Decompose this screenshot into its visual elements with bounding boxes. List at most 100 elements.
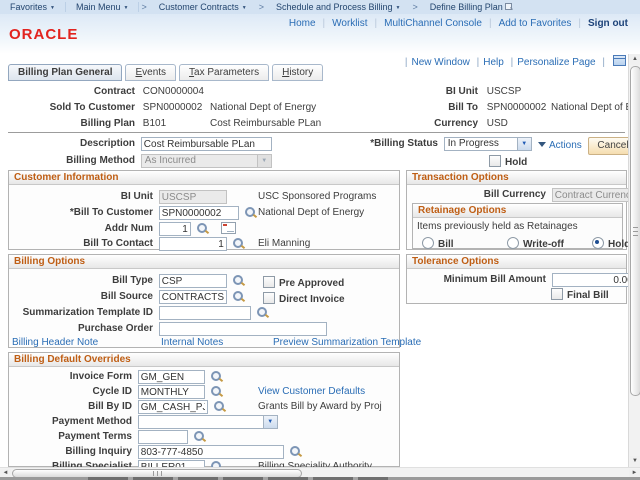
actions-link[interactable]: Actions	[549, 140, 582, 151]
breadcrumb-favorites[interactable]: Favorites▼	[0, 2, 66, 12]
lookup-icon[interactable]	[210, 385, 223, 398]
direct-invoice-row: Direct Invoice	[263, 292, 345, 306]
breadcrumb-main-menu[interactable]: Main Menu▼	[66, 2, 139, 12]
new-window-link[interactable]: New Window	[412, 57, 470, 68]
lookup-icon[interactable]	[210, 370, 223, 383]
scrollbar-grip	[633, 227, 638, 236]
sold-to-desc: National Dept of Energy	[210, 101, 316, 115]
bill-type-row: Bill Type	[11, 274, 245, 288]
address-envelope-icon[interactable]	[221, 222, 236, 234]
ci-bi-unit-input	[159, 190, 227, 204]
cycle-id-row: Cycle ID View Customer Defaults	[11, 385, 223, 399]
retainage-radio-bill: Bill	[422, 237, 454, 251]
retainage-radio-hold: Hold	[592, 237, 630, 251]
scroll-right-arrow[interactable]: ►	[629, 469, 640, 477]
radio-hold[interactable]	[592, 237, 604, 249]
ci-bill-to-contact-input[interactable]	[159, 237, 227, 251]
vertical-scrollbar[interactable]: ▲ ▼	[628, 54, 640, 467]
preview-summarization-template-link[interactable]: Preview Summarization Template	[273, 336, 421, 350]
ci-bi-unit-label: BI Unit	[11, 190, 153, 204]
payment-method-select[interactable]: ▼	[138, 415, 278, 429]
lookup-icon[interactable]	[232, 290, 245, 303]
hold-checkbox[interactable]	[489, 155, 501, 167]
final-bill-checkbox[interactable]	[551, 288, 563, 300]
scroll-up-arrow[interactable]: ▲	[630, 54, 640, 65]
view-customer-defaults-link[interactable]: View Customer Defaults	[258, 385, 365, 399]
invoice-form-input[interactable]	[138, 370, 205, 384]
lookup-icon[interactable]	[232, 274, 245, 287]
customer-information-title: Customer Information	[9, 171, 399, 185]
tab-strip: Billing Plan GeneralEventsTax Parameters…	[8, 64, 326, 80]
home-link[interactable]: Home	[289, 18, 316, 29]
lookup-icon[interactable]	[213, 400, 226, 413]
cycle-id-input[interactable]	[138, 385, 205, 399]
internal-notes-link[interactable]: Internal Notes	[161, 336, 223, 350]
invoice-form-row: Invoice Form	[11, 370, 223, 384]
worklist-link[interactable]: Worklist	[332, 18, 367, 29]
payment-terms-input[interactable]	[138, 430, 188, 444]
chevron-down-icon: ▼	[242, 5, 247, 11]
billing-status-select[interactable]: In Progress ▼	[444, 137, 532, 151]
lookup-icon[interactable]	[244, 206, 257, 219]
scroll-left-arrow[interactable]: ◄	[0, 469, 11, 477]
minimum-bill-amount-input[interactable]	[552, 273, 636, 287]
billing-status-value: In Progress	[445, 138, 517, 150]
actions-disclosure-icon[interactable]	[538, 142, 546, 147]
summarization-template-input[interactable]	[159, 306, 251, 320]
radio-bill-label: Bill	[438, 239, 454, 250]
chevron-down-icon: ▼	[396, 5, 401, 11]
tab-tax-parameters[interactable]: Tax Parameters	[179, 64, 269, 81]
dropdown-arrow-icon[interactable]: ▼	[263, 416, 277, 428]
bill-to-label: Bill To	[380, 101, 478, 115]
direct-invoice-checkbox[interactable]	[263, 292, 275, 304]
description-input[interactable]	[141, 137, 272, 151]
radio-write-off[interactable]	[507, 237, 519, 249]
transaction-options-box: Transaction Options Bill Currency Retain…	[406, 170, 627, 250]
billing-plan-row: Billing Plan B101 Cost Reimbursable PLan	[8, 117, 166, 131]
breadcrumb-schedule-process-billing[interactable]: Schedule and Process Billing▼	[266, 2, 411, 12]
ci-bill-to-customer-input[interactable]	[159, 206, 239, 220]
dropdown-arrow-icon[interactable]: ▼	[517, 138, 531, 150]
lookup-icon[interactable]	[289, 445, 302, 458]
bill-type-label: Bill Type	[11, 274, 153, 288]
direct-invoice-label: Direct Invoice	[279, 294, 345, 305]
tab-events[interactable]: Events	[125, 64, 176, 81]
billing-header-note-link[interactable]: Billing Header Note	[12, 337, 98, 348]
bill-by-id-input[interactable]	[138, 400, 208, 414]
pre-approved-checkbox[interactable]	[263, 276, 275, 288]
billing-status-label: *Billing Status	[340, 137, 438, 151]
bill-by-id-row: Bill By ID Grants Bill by Award by Proj	[11, 400, 226, 414]
tab-billing-plan-general[interactable]: Billing Plan General	[8, 64, 122, 81]
billing-default-overrides-box: Billing Default Overrides Invoice Form C…	[8, 352, 400, 467]
multi-window-icon[interactable]	[613, 55, 626, 66]
ci-bill-to-contact-row: Bill To Contact Eli Manning	[11, 237, 245, 251]
description-row: Description	[8, 137, 272, 151]
ci-addr-num-row: Addr Num	[11, 222, 236, 236]
description-label: Description	[8, 137, 135, 151]
purchase-order-input[interactable]	[159, 322, 327, 336]
sign-out-link[interactable]: Sign out	[588, 18, 628, 29]
pre-approved-row: Pre Approved	[263, 276, 344, 290]
lookup-icon[interactable]	[256, 306, 269, 319]
billing-inquiry-input[interactable]	[138, 445, 284, 459]
sold-to-row: Sold To Customer SPN0000002 National Dep…	[8, 101, 202, 115]
radio-bill[interactable]	[422, 237, 434, 249]
ci-addr-num-input[interactable]	[159, 222, 191, 236]
bill-type-input[interactable]	[159, 274, 227, 288]
lookup-icon[interactable]	[196, 222, 209, 235]
personalize-page-link[interactable]: Personalize Page	[517, 57, 595, 68]
scroll-down-arrow[interactable]: ▼	[630, 456, 640, 467]
add-to-favorites-link[interactable]: Add to Favorites	[499, 18, 572, 29]
bill-source-input[interactable]	[159, 290, 227, 304]
tab-history[interactable]: History	[272, 64, 323, 81]
define-billing-plan-page: Favorites▼ Main Menu▼ > Customer Contrac…	[0, 0, 640, 480]
multichannel-console-link[interactable]: MultiChannel Console	[384, 18, 482, 29]
vertical-scrollbar-thumb[interactable]	[630, 66, 640, 396]
separator: |	[375, 18, 378, 29]
bi-unit-label: BI Unit	[380, 85, 478, 99]
breadcrumb-customer-contracts[interactable]: Customer Contracts▼	[149, 2, 257, 12]
lookup-icon[interactable]	[232, 237, 245, 250]
help-link[interactable]: Help	[483, 57, 504, 68]
lookup-icon[interactable]	[193, 430, 206, 443]
horizontal-scrollbar[interactable]: ◄ ►	[0, 467, 640, 477]
